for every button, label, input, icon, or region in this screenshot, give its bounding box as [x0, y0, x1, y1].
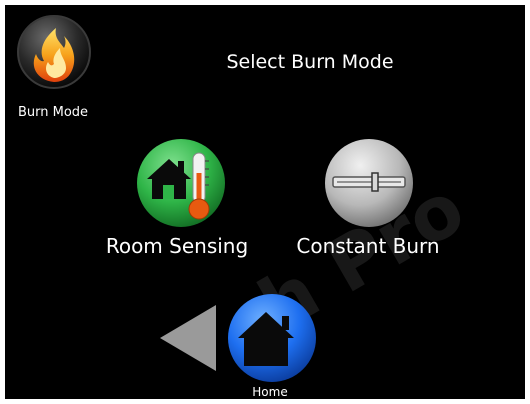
burn-mode-label: Burn Mode	[17, 105, 89, 120]
flame-icon[interactable]	[16, 14, 92, 90]
slider-icon[interactable]	[323, 137, 415, 229]
home-label: Home	[252, 385, 288, 399]
page-title: Select Burn Mode	[226, 51, 394, 73]
back-arrow-icon[interactable]	[158, 303, 218, 373]
room-sensing-label[interactable]: Room Sensing	[77, 233, 277, 259]
constant-burn-label[interactable]: Constant Burn	[268, 233, 468, 259]
burn-mode-screen: h Pro Burn Mode Select Burn Mode Room Se…	[5, 5, 525, 399]
house-thermometer-icon[interactable]	[135, 137, 227, 229]
home-icon[interactable]	[226, 292, 318, 384]
